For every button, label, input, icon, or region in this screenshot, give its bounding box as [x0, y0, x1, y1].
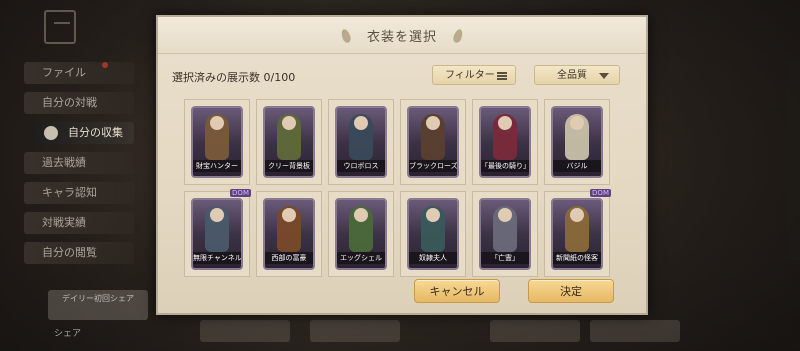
character-portrait — [421, 206, 445, 252]
menu-item-my-collection[interactable]: 自分の収集 — [32, 122, 134, 144]
costume-cell[interactable]: DOM 新聞紙の怪客 — [544, 189, 611, 277]
character-portrait — [349, 206, 373, 252]
costume-cell[interactable]: DOM 無限チャンネル — [184, 189, 251, 277]
menu-item-past-records[interactable]: 過去戦績 — [24, 152, 134, 174]
costume-cell[interactable]: ウロボロス — [328, 99, 394, 185]
costume-name: 無限チャンネル — [193, 252, 241, 264]
costume-name: ウロボロス — [337, 160, 385, 172]
character-portrait — [205, 114, 229, 160]
bottom-button-1[interactable] — [200, 320, 290, 342]
filter-button[interactable]: フィルター — [432, 65, 516, 85]
costume-cell[interactable]: 西部の富豪 — [256, 191, 322, 277]
menu-item-label: キャラ認知 — [42, 186, 97, 199]
exit-icon[interactable] — [44, 10, 76, 44]
character-portrait — [205, 206, 229, 252]
costume-name: ブラックローズ — [409, 160, 457, 172]
costume-cell[interactable]: バジル — [544, 99, 610, 185]
costume-card: 「亡霊」 — [479, 198, 531, 270]
costume-cell[interactable]: クリー背景板 — [256, 99, 322, 185]
costume-card: 奴隷夫人 — [407, 198, 459, 270]
costume-cell[interactable]: ブラックローズ — [400, 99, 466, 185]
character-portrait — [493, 114, 517, 160]
chevron-down-icon — [599, 73, 609, 79]
bottom-button-2[interactable] — [310, 320, 400, 342]
costume-name: クリー背景板 — [265, 160, 313, 172]
dialog-header: 衣装を選択 — [158, 17, 646, 54]
menu-item-label: 対戦実績 — [42, 216, 86, 229]
costume-select-dialog: 衣装を選択 選択済みの展示数 0/100 フィルター 全品質 財宝ハンター クリー… — [156, 15, 648, 315]
costume-card: ウロボロス — [335, 106, 387, 178]
menu-item-label: ファイル — [42, 66, 86, 79]
rarity-badge: DOM — [230, 189, 251, 197]
costume-card: 西部の富豪 — [263, 198, 315, 270]
costume-card: 無限チャンネル — [191, 198, 243, 270]
side-menu: ファイル 自分の対戦 自分の収集 過去戦績 キャラ認知 対戦実績 自分の閲覧 — [24, 62, 134, 272]
daily-share-label: デイリー初回シェア — [62, 294, 134, 303]
costume-cell[interactable]: 奴隷夫人 — [400, 191, 466, 277]
quality-dropdown[interactable]: 全品質 — [534, 65, 620, 85]
costume-name: 「亡霊」 — [481, 252, 529, 264]
costume-cell[interactable]: 「最後の騎り」 — [472, 99, 538, 185]
costume-card: 「最後の騎り」 — [479, 106, 531, 178]
character-portrait — [349, 114, 373, 160]
share-label: シェア — [54, 329, 82, 339]
costume-name: 財宝ハンター — [193, 160, 241, 172]
costume-card: クリー背景板 — [263, 106, 315, 178]
menu-item-character-recognition[interactable]: キャラ認知 — [24, 182, 134, 204]
character-portrait — [493, 206, 517, 252]
character-portrait — [277, 114, 301, 160]
costume-cell[interactable]: 「亡霊」 — [472, 191, 538, 277]
quality-label: 全品質 — [557, 70, 587, 81]
filter-label: フィルター — [445, 70, 495, 81]
menu-item-achievements[interactable]: 対戦実績 — [24, 212, 134, 234]
menu-item-label: 過去戦績 — [42, 156, 86, 169]
cancel-button[interactable]: キャンセル — [414, 279, 500, 303]
costume-name: エッグシェル — [337, 252, 385, 264]
character-portrait — [565, 206, 589, 252]
menu-item-file[interactable]: ファイル — [24, 62, 134, 84]
menu-item-label: 自分の収集 — [68, 126, 123, 139]
costume-card: ブラックローズ — [407, 106, 459, 178]
costume-name: バジル — [553, 160, 601, 172]
costume-card: 財宝ハンター — [191, 106, 243, 178]
collection-icon — [44, 126, 58, 140]
menu-item-my-views[interactable]: 自分の閲覧 — [24, 242, 134, 264]
menu-item-my-matches[interactable]: 自分の対戦 — [24, 92, 134, 114]
dialog-title: 衣装を選択 — [366, 30, 437, 45]
costume-name: 奴隷夫人 — [409, 252, 457, 264]
menu-item-label: 自分の対戦 — [42, 96, 97, 109]
list-icon — [497, 72, 507, 80]
confirm-button[interactable]: 決定 — [528, 279, 614, 303]
costume-card: バジル — [551, 106, 603, 178]
notification-dot — [102, 62, 108, 68]
daily-share-button[interactable]: デイリー初回シェア — [48, 290, 148, 320]
bottom-button-4[interactable] — [590, 320, 680, 342]
character-portrait — [565, 114, 589, 160]
rarity-badge: DOM — [590, 189, 611, 197]
bottom-button-3[interactable] — [490, 320, 580, 342]
selected-count-label: 選択済みの展示数 0/100 — [172, 71, 296, 84]
right-side-panel — [786, 60, 800, 260]
costume-card: エッグシェル — [335, 198, 387, 270]
costume-cell[interactable]: エッグシェル — [328, 191, 394, 277]
character-portrait — [277, 206, 301, 252]
costume-card: 新聞紙の怪客 — [551, 198, 603, 270]
costume-name: 新聞紙の怪客 — [553, 252, 601, 264]
character-portrait — [421, 114, 445, 160]
costume-cell[interactable]: 財宝ハンター — [184, 99, 250, 185]
costume-name: 西部の富豪 — [265, 252, 313, 264]
costume-name: 「最後の騎り」 — [481, 160, 529, 172]
menu-item-label: 自分の閲覧 — [42, 246, 97, 259]
